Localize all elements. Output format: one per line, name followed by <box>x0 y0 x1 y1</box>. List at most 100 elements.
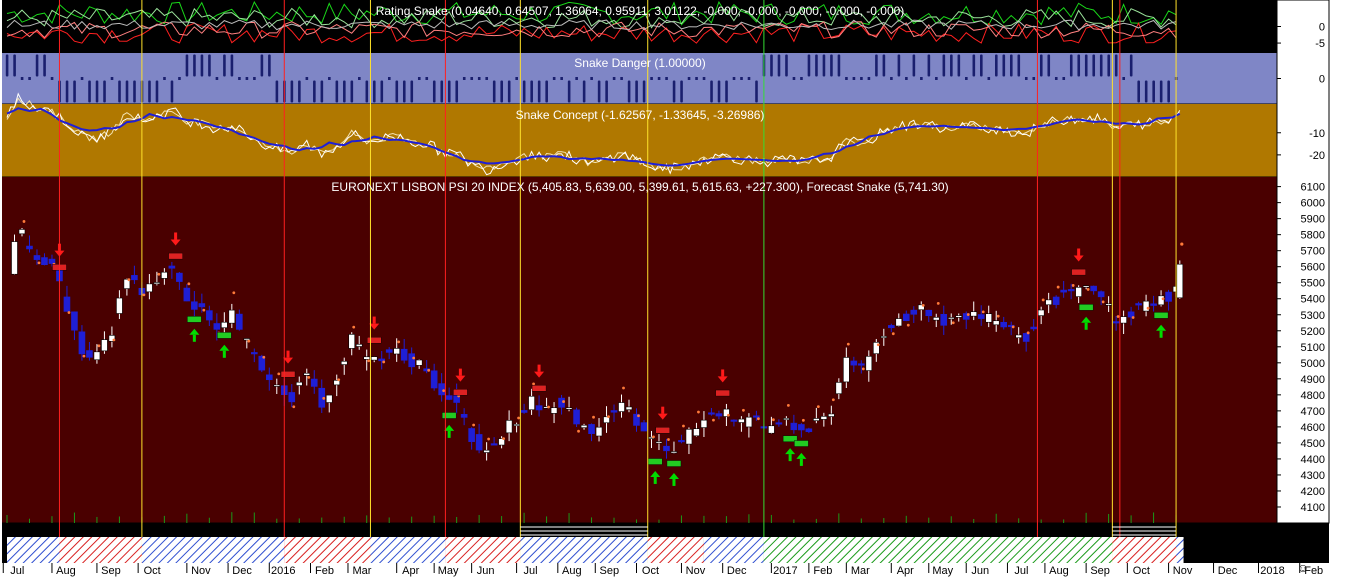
danger-bar-up <box>1017 54 1021 77</box>
candle-bullish <box>685 429 693 445</box>
danger-bar-down <box>605 80 608 103</box>
danger-bar-down <box>170 80 174 103</box>
candle-bearish <box>858 363 865 366</box>
candle-bearish <box>715 413 723 417</box>
exit-box-short <box>531 385 547 392</box>
danger-bar-up <box>957 54 961 77</box>
candle-bullish <box>1142 300 1150 312</box>
danger-bar-up <box>5 54 9 77</box>
arrow-shaft <box>458 368 462 376</box>
danger-dot <box>747 77 751 80</box>
forecast-dot <box>816 405 820 409</box>
candle-bullish <box>932 317 940 321</box>
danger-bar-up <box>1107 54 1111 77</box>
candle-bullish <box>153 282 161 285</box>
candle-bullish <box>228 309 236 324</box>
price-y-tick-label: 4800 <box>1301 390 1325 402</box>
danger-bar-up <box>1047 54 1051 77</box>
candle-bearish <box>1097 291 1105 298</box>
forecast-dot <box>157 272 161 276</box>
candle-bearish <box>790 422 798 431</box>
arrow-shaft <box>222 350 226 358</box>
danger-bar-up <box>875 54 878 77</box>
forecast-dot <box>637 414 640 418</box>
candle-bearish <box>708 412 715 415</box>
candle-bullish <box>813 418 820 421</box>
x-axis-label: Jun <box>477 565 495 577</box>
candle-bearish <box>168 265 176 269</box>
candle-bearish <box>445 395 453 400</box>
candle-bearish <box>63 296 71 312</box>
x-axis-label: Nov <box>191 565 211 577</box>
forecast-dot <box>951 321 955 325</box>
price-y-tick-label: 5800 <box>1301 230 1325 242</box>
danger-bar-down <box>275 80 279 103</box>
candle-bearish <box>640 422 648 432</box>
x-axis-label: Apr <box>402 565 419 577</box>
forecast-dot <box>697 410 700 414</box>
danger-bar-down <box>320 80 324 103</box>
x-axis-label: Sep <box>1090 565 1110 577</box>
forecast-dot <box>1146 306 1150 310</box>
candle-bearish <box>1000 321 1008 328</box>
danger-bar-up <box>1114 54 1118 77</box>
danger-bar-up <box>777 54 781 77</box>
danger-bar-down <box>155 80 159 103</box>
x-axis-label: Jul <box>524 565 538 577</box>
arrow-shaft <box>537 364 541 372</box>
candle-bullish <box>565 407 573 410</box>
x-axis-label: Sep <box>599 565 619 577</box>
danger-dot <box>1122 77 1126 80</box>
x-axis-label: 2016 <box>271 565 295 577</box>
danger-dot <box>1062 77 1066 80</box>
danger-bar-down <box>148 80 151 103</box>
x-axis-label: Mar <box>851 565 870 577</box>
x-axis-label: 2017 <box>773 565 797 577</box>
x-axis-label: Mar <box>353 565 372 577</box>
candle-bearish <box>663 445 670 452</box>
forecast-dot <box>367 359 371 363</box>
candle-bullish <box>221 321 228 329</box>
candle-bearish <box>940 314 948 326</box>
arrow-shaft <box>799 458 803 466</box>
price-y-tick-label: 5700 <box>1301 246 1325 258</box>
forecast-dot <box>82 354 86 358</box>
danger-bar-up <box>830 54 833 77</box>
danger-bar-down <box>710 80 713 103</box>
arrow-shaft <box>653 476 657 484</box>
candle-bearish <box>925 309 933 317</box>
forecast-dot <box>1161 297 1165 301</box>
exit-box-short <box>367 336 382 344</box>
strip-segment <box>370 537 446 563</box>
danger-dot <box>163 77 166 80</box>
candle-bearish <box>176 272 183 282</box>
candle-bullish <box>340 360 348 365</box>
arrow-shaft <box>192 334 196 342</box>
arrow-shaft <box>447 430 451 438</box>
candle-bullish <box>655 441 663 444</box>
x-axis-label: Nov <box>686 565 706 577</box>
forecast-dot <box>427 368 431 372</box>
candle-bearish <box>678 440 685 443</box>
forecast-dot <box>622 386 625 390</box>
danger-dot <box>965 77 968 80</box>
candle-bullish <box>738 418 745 423</box>
arrow-shaft <box>174 232 178 240</box>
candle-bullish <box>895 318 903 327</box>
danger-bar-down <box>597 80 601 103</box>
danger-bar-down <box>432 80 436 103</box>
price-panel-background <box>2 177 1277 523</box>
danger-bar-down <box>492 80 496 103</box>
rating-y-tick-label: 0 <box>1319 22 1325 34</box>
candle-bullish <box>1157 295 1165 306</box>
candle-bearish <box>730 419 738 422</box>
danger-bar-down <box>88 80 91 103</box>
arrow-shaft <box>661 406 665 414</box>
candle-bullish <box>1176 263 1184 299</box>
forecast-dot <box>786 403 790 407</box>
candle-bullish <box>843 357 850 383</box>
forecast-dot <box>757 417 760 421</box>
danger-bar-up <box>807 54 811 77</box>
danger-panel-title: Snake Danger (1.00000) <box>574 56 705 70</box>
arrow-shaft <box>286 350 290 358</box>
